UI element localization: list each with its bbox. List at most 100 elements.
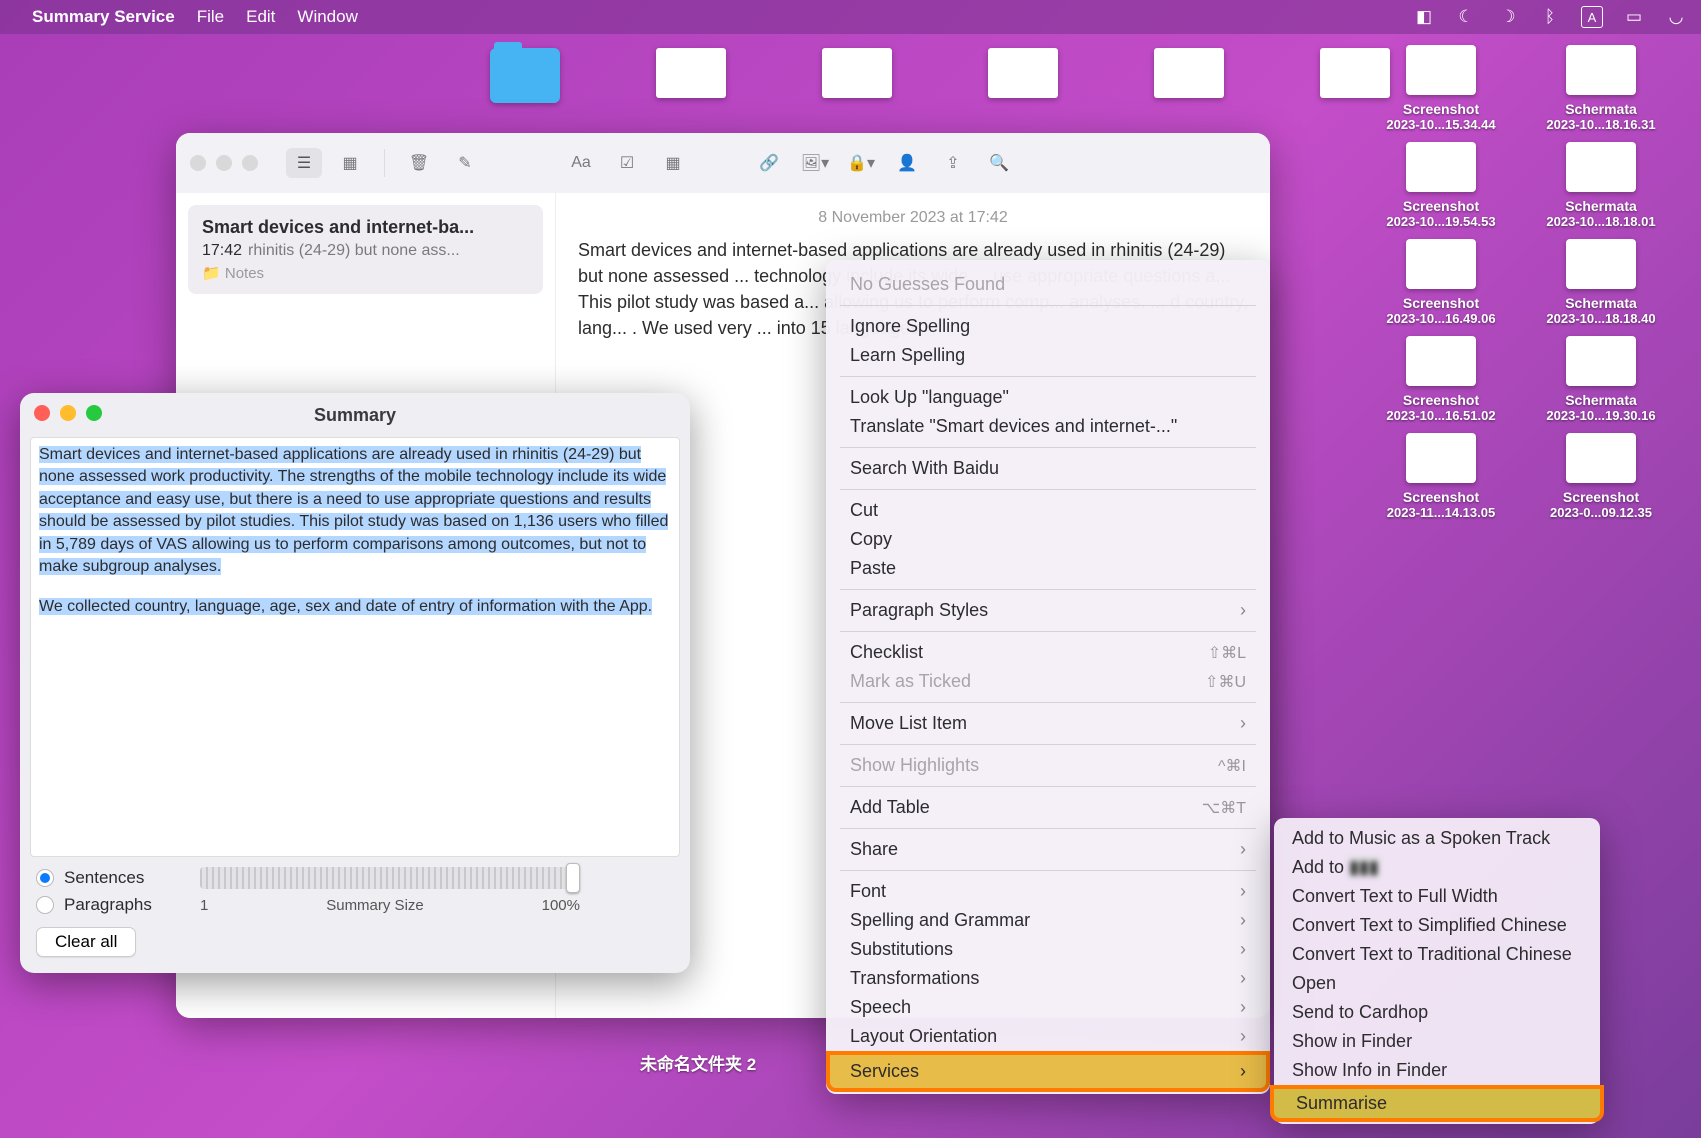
ctx-paste[interactable]: Paste [830, 554, 1266, 583]
note-list-item[interactable]: Smart devices and internet-ba... 17:42 rh… [188, 205, 543, 294]
ctx-paragraph-styles[interactable]: Paragraph Styles› [830, 596, 1266, 625]
status-icon-1[interactable]: ◧ [1413, 6, 1435, 28]
svc-summarise[interactable]: Summarise [1270, 1085, 1604, 1122]
note-title: Smart devices and internet-ba... [202, 217, 529, 238]
ctx-search-baidu[interactable]: Search With Baidu [830, 454, 1266, 483]
ctx-learn-spelling[interactable]: Learn Spelling [830, 341, 1266, 370]
bluetooth-icon[interactable]: ᛒ [1539, 6, 1561, 28]
clear-all-button[interactable]: Clear all [36, 927, 136, 957]
svc-show-finder[interactable]: Show in Finder [1274, 1027, 1600, 1056]
ctx-mark-ticked: Mark as Ticked⇧⌘U [830, 667, 1266, 696]
desktop-thumb[interactable] [822, 48, 892, 98]
desktop-thumb[interactable] [988, 48, 1058, 98]
notes-toolbar: ☰ ▦ 🗑 ✎ Aa ☑ ▦ 🔗 🖼▾ 🔒▾ 👤 ⇪ 🔍 [176, 133, 1270, 193]
menubar: Summary Service File Edit Window ◧ ☾ ☽ ᛒ… [0, 0, 1701, 34]
summary-size-slider[interactable] [200, 867, 580, 889]
svc-open[interactable]: Open [1274, 969, 1600, 998]
ctx-cut[interactable]: Cut [830, 496, 1266, 525]
slider-min: 1 [200, 897, 208, 914]
collaborate-button[interactable]: 👤 [889, 148, 925, 178]
ctx-ignore-spelling[interactable]: Ignore Spelling [830, 312, 1266, 341]
svc-convert-simplified[interactable]: Convert Text to Simplified Chinese [1274, 911, 1600, 940]
svc-send-cardhop[interactable]: Send to Cardhop [1274, 998, 1600, 1027]
window-controls[interactable] [190, 155, 258, 171]
svc-convert-full-width[interactable]: Convert Text to Full Width [1274, 882, 1600, 911]
svc-add-to[interactable]: Add to ▮▮▮ [1274, 853, 1600, 882]
summary-window: Summary Smart devices and internet-based… [20, 393, 690, 973]
ctx-font[interactable]: Font› [830, 877, 1266, 906]
ctx-move-list-item[interactable]: Move List Item› [830, 709, 1266, 738]
ctx-speech[interactable]: Speech› [830, 993, 1266, 1022]
desktop-file[interactable]: Schermata2023-10...18.18.01 [1531, 142, 1671, 229]
ctx-share[interactable]: Share› [830, 835, 1266, 864]
status-icon-3[interactable]: ☽ [1497, 6, 1519, 28]
media-button[interactable]: 🖼▾ [797, 148, 833, 178]
radio-paragraphs[interactable]: Paragraphs [36, 895, 186, 915]
desktop-folder-label[interactable]: 未命名文件夹 2 [640, 1050, 756, 1075]
app-name[interactable]: Summary Service [32, 7, 175, 27]
ctx-look-up[interactable]: Look Up "language" [830, 383, 1266, 412]
ctx-translate[interactable]: Translate "Smart devices and internet-..… [830, 412, 1266, 441]
desktop-file[interactable]: Screenshot2023-10...19.54.53 [1371, 142, 1511, 229]
battery-icon[interactable]: ▭ [1623, 6, 1645, 28]
context-menu: No Guesses Found Ignore Spelling Learn S… [826, 260, 1270, 1094]
ctx-spelling-grammar[interactable]: Spelling and Grammar› [830, 906, 1266, 935]
input-source-icon[interactable]: A [1581, 6, 1603, 28]
checklist-button[interactable]: ☑ [609, 148, 645, 178]
desktop-file[interactable]: Schermata2023-10...18.18.40 [1531, 239, 1671, 326]
note-folder: 📁 Notes [202, 264, 529, 282]
desktop-right-column: Screenshot2023-10...15.34.44 Schermata20… [1371, 45, 1681, 520]
summary-title: Summary [314, 405, 396, 426]
ctx-copy[interactable]: Copy [830, 525, 1266, 554]
format-button[interactable]: Aa [563, 148, 599, 178]
ctx-substitutions[interactable]: Substitutions› [830, 935, 1266, 964]
menu-edit[interactable]: Edit [246, 7, 275, 27]
desktop-file[interactable]: Schermata2023-10...19.30.16 [1531, 336, 1671, 423]
list-view-button[interactable]: ☰ [286, 148, 322, 178]
summary-text-p1: Smart devices and internet-based applica… [39, 446, 668, 575]
desktop-file[interactable]: Screenshot2023-11...14.13.05 [1371, 433, 1511, 520]
ctx-checklist[interactable]: Checklist⇧⌘L [830, 638, 1266, 667]
ctx-layout-orientation[interactable]: Layout Orientation› [830, 1022, 1266, 1051]
svc-show-info-finder[interactable]: Show Info in Finder [1274, 1056, 1600, 1085]
ctx-add-table[interactable]: Add Table⌥⌘T [830, 793, 1266, 822]
note-date: 8 November 2023 at 17:42 [578, 209, 1248, 227]
svc-add-music[interactable]: Add to Music as a Spoken Track [1274, 824, 1600, 853]
link-button[interactable]: 🔗 [751, 148, 787, 178]
status-icon-2[interactable]: ☾ [1455, 6, 1477, 28]
summary-controls: Sentences Paragraphs 1 Summary Size 100%… [20, 857, 690, 973]
desktop-thumb[interactable] [1154, 48, 1224, 98]
note-preview: rhinitis (24-29) but none ass... [248, 242, 460, 259]
desktop-top-row [490, 48, 1390, 109]
lock-button[interactable]: 🔒▾ [843, 148, 879, 178]
desktop-file[interactable]: Screenshot2023-0...09.12.35 [1531, 433, 1671, 520]
summary-text-p2: We collected country, language, age, sex… [39, 598, 652, 615]
wifi-icon[interactable]: ◡ [1665, 6, 1687, 28]
ctx-no-guesses: No Guesses Found [830, 270, 1266, 299]
grid-view-button[interactable]: ▦ [332, 148, 368, 178]
ctx-transformations[interactable]: Transformations› [830, 964, 1266, 993]
desktop-file[interactable]: Screenshot2023-10...16.49.06 [1371, 239, 1511, 326]
note-time: 17:42 [202, 242, 242, 259]
ctx-services[interactable]: Services› [826, 1051, 1270, 1092]
summary-text-area[interactable]: Smart devices and internet-based applica… [30, 437, 680, 857]
menu-file[interactable]: File [197, 7, 224, 27]
trash-button[interactable]: 🗑 [401, 148, 437, 178]
radio-sentences[interactable]: Sentences [36, 868, 186, 888]
window-controls[interactable] [34, 405, 102, 421]
desktop-file[interactable]: Schermata2023-10...18.16.31 [1531, 45, 1671, 132]
svc-convert-traditional[interactable]: Convert Text to Traditional Chinese [1274, 940, 1600, 969]
slider-max: 100% [542, 897, 580, 914]
desktop-file[interactable]: Screenshot2023-10...15.34.44 [1371, 45, 1511, 132]
slider-label: Summary Size [326, 897, 424, 914]
compose-button[interactable]: ✎ [447, 148, 483, 178]
desktop-thumb[interactable] [656, 48, 726, 98]
share-button[interactable]: ⇪ [935, 148, 971, 178]
services-submenu: Add to Music as a Spoken Track Add to ▮▮… [1274, 818, 1600, 1124]
menu-window[interactable]: Window [297, 7, 357, 27]
summary-titlebar: Summary [20, 393, 690, 437]
desktop-folder-icon[interactable] [490, 48, 560, 103]
search-button[interactable]: 🔍 [981, 148, 1017, 178]
desktop-file[interactable]: Screenshot2023-10...16.51.02 [1371, 336, 1511, 423]
table-button[interactable]: ▦ [655, 148, 691, 178]
